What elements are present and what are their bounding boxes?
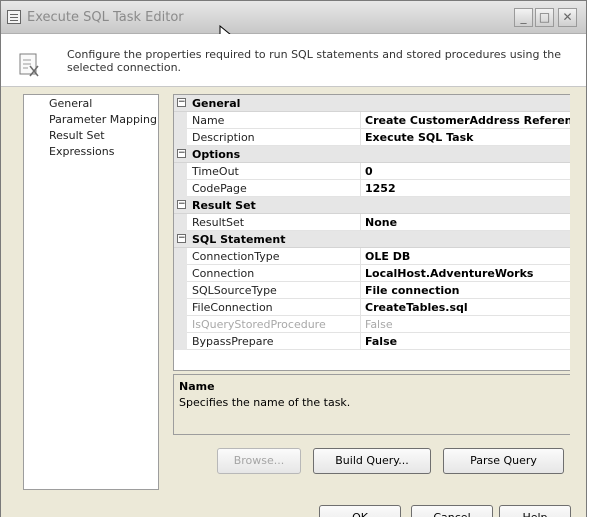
nav-pane: General Parameter Mapping Result Set Exp… xyxy=(23,94,159,490)
column-divider xyxy=(360,214,361,231)
row-gutter xyxy=(174,265,187,282)
property-name: IsQueryStoredProcedure xyxy=(192,318,326,331)
nav-item-parameter-mapping[interactable]: Parameter Mapping xyxy=(49,113,157,127)
category-label: Result Set xyxy=(192,199,256,212)
property-row-connectiontype[interactable]: ConnectionType OLE DB xyxy=(174,248,570,265)
nav-item-expressions[interactable]: Expressions xyxy=(49,145,114,159)
property-name: Description xyxy=(192,131,255,144)
maximize-button[interactable]: □ xyxy=(535,8,554,27)
property-name: SQLSourceType xyxy=(192,284,277,297)
column-divider xyxy=(360,112,361,129)
column-divider xyxy=(360,248,361,265)
property-row-isquerystoredprocedure: IsQueryStoredProcedure False xyxy=(174,316,570,333)
row-gutter xyxy=(174,299,187,316)
row-gutter xyxy=(174,214,187,231)
window-icon xyxy=(7,10,21,24)
description-text: Specifies the name of the task. xyxy=(179,396,351,409)
column-divider xyxy=(360,129,361,146)
category-label: SQL Statement xyxy=(192,233,286,246)
execute-sql-task-editor-window: Execute SQL Task Editor _ □ ✕ Configure … xyxy=(0,0,587,517)
property-row-sqlsourcetype[interactable]: SQLSourceType File connection xyxy=(174,282,570,299)
property-row-resultset[interactable]: ResultSet None xyxy=(174,214,570,231)
row-gutter xyxy=(174,180,187,197)
parse-query-button[interactable]: Parse Query xyxy=(443,448,564,474)
property-value[interactable]: False xyxy=(365,335,397,348)
row-gutter xyxy=(174,163,187,180)
ok-button[interactable]: OK xyxy=(319,505,401,517)
minimize-button[interactable]: _ xyxy=(514,8,533,27)
property-value[interactable]: CreateTables.sql xyxy=(365,301,468,314)
row-gutter xyxy=(174,333,187,350)
property-value[interactable]: Execute SQL Task xyxy=(365,131,473,144)
collapse-icon[interactable]: − xyxy=(177,200,186,209)
category-options[interactable]: − Options xyxy=(174,146,570,163)
window-title: Execute SQL Task Editor xyxy=(27,10,184,25)
property-name: CodePage xyxy=(192,182,247,195)
property-row-name[interactable]: Name Create CustomerAddress Reference xyxy=(174,112,570,129)
column-divider xyxy=(360,299,361,316)
property-description-panel: Name Specifies the name of the task. xyxy=(173,374,570,435)
category-general[interactable]: − General xyxy=(174,95,570,112)
cancel-button[interactable]: Cancel xyxy=(411,505,493,517)
category-label: Options xyxy=(192,148,241,161)
property-row-timeout[interactable]: TimeOut 0 xyxy=(174,163,570,180)
property-name: ResultSet xyxy=(192,216,245,229)
property-value[interactable]: OLE DB xyxy=(365,250,410,263)
description-title: Name xyxy=(179,380,215,393)
column-divider xyxy=(360,180,361,197)
header-panel: Configure the properties required to run… xyxy=(1,34,586,87)
property-row-description[interactable]: Description Execute SQL Task xyxy=(174,129,570,146)
minimize-icon: _ xyxy=(520,10,527,24)
property-value[interactable]: File connection xyxy=(365,284,459,297)
property-name: BypassPrepare xyxy=(192,335,274,348)
header-description: Configure the properties required to run… xyxy=(67,48,561,74)
title-bar[interactable]: Execute SQL Task Editor _ □ ✕ xyxy=(1,1,586,44)
property-name: Name xyxy=(192,114,225,127)
property-row-connection[interactable]: Connection LocalHost.AdventureWorks xyxy=(174,265,570,282)
property-value[interactable]: Create CustomerAddress Reference xyxy=(365,114,570,127)
property-grid: − General Name Create CustomerAddress Re… xyxy=(173,94,570,371)
collapse-icon[interactable]: − xyxy=(177,149,186,158)
row-gutter xyxy=(174,316,187,333)
property-row-fileconnection[interactable]: FileConnection CreateTables.sql xyxy=(174,299,570,316)
property-value: False xyxy=(365,318,393,331)
property-name: ConnectionType xyxy=(192,250,280,263)
help-button[interactable]: Help xyxy=(499,505,571,517)
column-divider xyxy=(360,163,361,180)
nav-item-general[interactable]: General xyxy=(49,97,92,111)
close-button[interactable]: ✕ xyxy=(558,8,577,27)
property-name: FileConnection xyxy=(192,301,273,314)
property-row-codepage[interactable]: CodePage 1252 xyxy=(174,180,570,197)
column-divider xyxy=(360,333,361,350)
column-divider xyxy=(360,282,361,299)
property-row-bypassprepare[interactable]: BypassPrepare False xyxy=(174,333,570,350)
column-divider xyxy=(360,265,361,282)
property-value[interactable]: 0 xyxy=(365,165,373,178)
category-label: General xyxy=(192,97,241,110)
property-name: Connection xyxy=(192,267,255,280)
property-name: TimeOut xyxy=(192,165,239,178)
collapse-icon[interactable]: − xyxy=(177,234,186,243)
row-gutter xyxy=(174,112,187,129)
browse-button: Browse... xyxy=(217,448,301,474)
column-divider xyxy=(360,316,361,333)
category-result-set[interactable]: − Result Set xyxy=(174,197,570,214)
row-gutter xyxy=(174,129,187,146)
maximize-icon: □ xyxy=(538,10,551,24)
property-value[interactable]: 1252 xyxy=(365,182,396,195)
property-value[interactable]: None xyxy=(365,216,397,229)
collapse-icon[interactable]: − xyxy=(177,98,186,107)
build-query-button[interactable]: Build Query... xyxy=(313,448,431,474)
row-gutter xyxy=(174,248,187,265)
sql-task-icon xyxy=(19,53,39,77)
row-gutter xyxy=(174,282,187,299)
category-sql-statement[interactable]: − SQL Statement xyxy=(174,231,570,248)
close-icon: ✕ xyxy=(562,10,573,24)
property-value[interactable]: LocalHost.AdventureWorks xyxy=(365,267,533,280)
nav-item-result-set[interactable]: Result Set xyxy=(49,129,105,143)
